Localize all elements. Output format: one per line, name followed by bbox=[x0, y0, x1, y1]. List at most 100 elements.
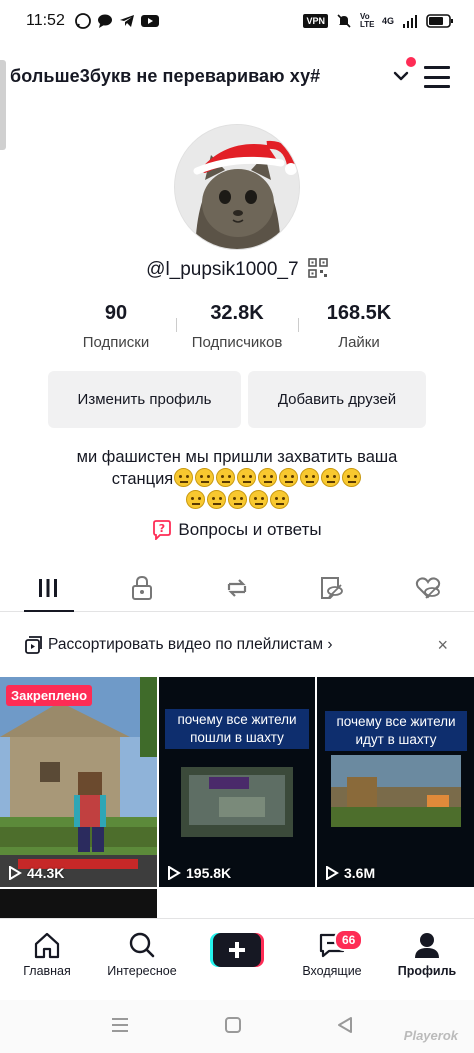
neutral-face-emoji-icon bbox=[174, 468, 194, 487]
cat-avatar-image bbox=[175, 125, 299, 249]
stat-value: 90 bbox=[104, 302, 128, 324]
watermark: Playerok bbox=[403, 1028, 458, 1043]
system-nav-bar: Playerok bbox=[0, 1000, 474, 1053]
tab-reposts-icon[interactable] bbox=[223, 574, 251, 602]
stat-value: 168.5K bbox=[326, 302, 392, 324]
telegram-icon bbox=[119, 15, 134, 27]
qa-link[interactable]: ? Вопросы и ответы bbox=[0, 520, 474, 540]
stat-label: Подписчиков bbox=[191, 334, 283, 351]
bottom-nav: Главная Интересное Входящие 66 Профиль bbox=[0, 918, 474, 990]
network-label: 4G bbox=[381, 16, 394, 26]
username-text: @l_pupsik1000_7 bbox=[146, 259, 299, 280]
nav-home[interactable]: Главная bbox=[2, 931, 92, 978]
view-count: 44.3K bbox=[8, 865, 64, 881]
profile-stats: 90 Подписки 32.8K Подписчиков 168.5K Лай… bbox=[0, 302, 474, 356]
inbox-badge: 66 bbox=[334, 929, 364, 951]
nav-inbox[interactable]: Входящие bbox=[287, 931, 377, 978]
neutral-face-emoji-icon bbox=[269, 490, 289, 509]
tab-videos-icon[interactable] bbox=[34, 574, 62, 602]
video-frame-image bbox=[317, 677, 474, 887]
stat-following[interactable]: 90 Подписки bbox=[56, 302, 176, 351]
battery-icon bbox=[426, 14, 453, 28]
status-bar: 11:52 VPN Vo LTE 4G bbox=[0, 0, 474, 42]
video-thumbnail[interactable]: почему все жители пошли в шахту 195.8K bbox=[159, 677, 315, 887]
neutral-face-emoji-icon bbox=[237, 468, 257, 487]
qr-code-icon[interactable] bbox=[308, 258, 328, 278]
view-count: 3.6M bbox=[325, 865, 375, 881]
qa-label: Вопросы и ответы bbox=[178, 520, 322, 539]
play-icon bbox=[326, 866, 339, 880]
chevron-down-icon[interactable] bbox=[391, 66, 411, 86]
home-icon bbox=[34, 932, 60, 959]
bio: ми фашистен мы пришли захватить ваша ста… bbox=[40, 446, 434, 512]
svg-text:?: ? bbox=[159, 522, 165, 535]
neutral-face-emoji-icon bbox=[206, 490, 226, 509]
neutral-face-emoji-icon bbox=[279, 468, 299, 487]
notification-dot bbox=[406, 57, 416, 67]
view-count: 195.8K bbox=[167, 865, 231, 881]
tab-liked-hidden-icon[interactable] bbox=[414, 574, 442, 602]
video-thumbnail-partial[interactable] bbox=[0, 889, 157, 919]
mute-icon bbox=[337, 14, 351, 28]
edit-profile-button[interactable]: Изменить профиль bbox=[48, 371, 241, 428]
page-title[interactable]: больше3букв не перевариваю ху# bbox=[10, 66, 320, 87]
neutral-face-emoji-icon bbox=[227, 490, 247, 509]
menu-line bbox=[424, 66, 450, 69]
close-icon[interactable]: × bbox=[437, 635, 448, 656]
view-count-value: 3.6M bbox=[344, 865, 376, 881]
stat-label: Лайки bbox=[338, 334, 380, 351]
tab-favorites-hidden-icon[interactable] bbox=[318, 574, 346, 602]
add-friends-button[interactable]: Добавить друзей bbox=[248, 371, 426, 428]
nav-label: Интересное bbox=[107, 964, 177, 978]
whatsapp-icon bbox=[74, 13, 91, 29]
neutral-face-emoji-icon bbox=[185, 490, 205, 509]
playlist-sort-banner[interactable]: Рассортировать видео по плейлистам › × bbox=[0, 626, 474, 664]
bio-text: станция bbox=[111, 470, 174, 488]
youtube-icon bbox=[140, 15, 159, 27]
search-icon bbox=[129, 932, 155, 958]
stat-followers[interactable]: 32.8K Подписчиков bbox=[177, 302, 297, 351]
stat-likes[interactable]: 168.5K Лайки bbox=[299, 302, 419, 351]
home-button-icon[interactable] bbox=[224, 1016, 242, 1034]
video-caption: почему все жители пошли в шахту bbox=[165, 709, 309, 749]
nav-label: Входящие bbox=[302, 964, 362, 978]
tab-private-lock-icon[interactable] bbox=[128, 574, 156, 602]
avatar[interactable] bbox=[174, 124, 300, 250]
profile-tabs bbox=[0, 566, 474, 612]
neutral-face-emoji-icon bbox=[321, 468, 341, 487]
menu-line bbox=[424, 75, 450, 79]
video-thumbnail[interactable]: почему все жители идут в шахту 3.6M bbox=[317, 677, 474, 887]
neutral-face-emoji-icon bbox=[342, 468, 362, 487]
video-thumbnail[interactable]: Закреплено 44.3K bbox=[0, 677, 157, 887]
play-icon bbox=[168, 866, 181, 880]
stat-value: 32.8K bbox=[210, 302, 264, 324]
neutral-face-emoji-icon bbox=[195, 468, 215, 487]
volte-label: Vo LTE bbox=[359, 12, 375, 29]
vpn-badge: VPN bbox=[303, 14, 328, 28]
minecraft-scene-image bbox=[0, 677, 157, 887]
nav-label: Профиль bbox=[397, 964, 457, 978]
video-caption: почему все жители идут в шахту bbox=[325, 711, 467, 751]
active-tab-indicator bbox=[24, 610, 74, 612]
nav-profile[interactable]: Профиль bbox=[382, 931, 472, 978]
emoji-group bbox=[173, 468, 362, 510]
profile-icon bbox=[415, 933, 439, 958]
neutral-face-emoji-icon bbox=[258, 468, 278, 487]
nav-discover[interactable]: Интересное bbox=[97, 931, 187, 978]
username: @l_pupsik1000_7 bbox=[0, 258, 474, 281]
playlist-sort-label: Рассортировать видео по плейлистам › bbox=[48, 636, 333, 653]
menu-line bbox=[424, 85, 450, 88]
create-video-button[interactable] bbox=[210, 933, 264, 967]
clock: 11:52 bbox=[26, 12, 65, 29]
system-icons: VPN Vo LTE 4G bbox=[303, 13, 454, 29]
stat-label: Подписки bbox=[82, 334, 150, 351]
question-icon: ? bbox=[153, 520, 172, 540]
video-grid: Закреплено 44.3K почему все жители пошли… bbox=[0, 677, 474, 889]
menu-button[interactable] bbox=[424, 66, 450, 88]
neutral-face-emoji-icon bbox=[300, 468, 320, 487]
recent-apps-icon[interactable] bbox=[110, 1016, 130, 1034]
play-icon bbox=[9, 866, 22, 880]
back-icon[interactable] bbox=[336, 1016, 354, 1034]
signal-icon bbox=[403, 15, 417, 28]
view-count-value: 44.3K bbox=[27, 865, 65, 881]
